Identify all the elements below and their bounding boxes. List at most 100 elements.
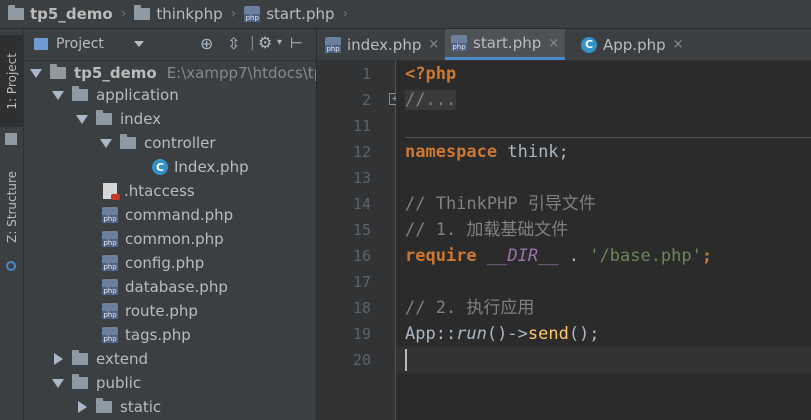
- php-class-icon: C: [581, 36, 597, 53]
- expand-arrow-icon[interactable]: [78, 401, 87, 413]
- close-icon[interactable]: ×: [548, 36, 559, 51]
- code-line-1: <?php: [405, 61, 456, 87]
- structure-icon: [6, 261, 16, 271]
- php-file-icon: [451, 35, 467, 51]
- tree-item-index-php[interactable]: C Index.php: [152, 155, 249, 179]
- tree-item-controller[interactable]: controller: [100, 131, 216, 155]
- php-file-icon: [102, 255, 118, 271]
- current-line-highlight: [396, 347, 811, 373]
- folded-comment[interactable]: //...: [405, 90, 457, 110]
- code-line-2: //...: [405, 87, 457, 113]
- breadcrumb-item-tp5-demo[interactable]: tp5_demo: [0, 0, 113, 28]
- tree-item-application[interactable]: application: [52, 83, 179, 107]
- expand-arrow-icon[interactable]: [52, 378, 64, 388]
- line-number: 1: [361, 65, 371, 83]
- breadcrumb-item-thinkphp[interactable]: thinkphp: [126, 0, 223, 28]
- tree-item-label: config.php: [125, 254, 205, 272]
- dropdown-arrow-icon[interactable]: [134, 41, 144, 47]
- line-number: 14: [352, 195, 371, 213]
- tree-item-command-php[interactable]: command.php: [102, 203, 233, 227]
- tree-item-root[interactable]: tp5_demo E:\xampp7\htdocs\tp: [30, 61, 316, 85]
- code-line-15: // 1. 加载基础文件: [405, 217, 568, 243]
- chevron-right-icon: ›: [342, 6, 349, 22]
- divider: |: [250, 35, 255, 51]
- hide-panel-icon[interactable]: ⊢: [290, 34, 303, 52]
- line-number: 18: [352, 299, 371, 317]
- tab-label: start.php: [473, 34, 542, 52]
- close-icon[interactable]: ×: [428, 37, 439, 52]
- tab-label: App.php: [603, 35, 666, 54]
- magic-constant: __DIR__: [486, 246, 559, 266]
- folder-icon: [72, 374, 88, 389]
- folded-region-separator: [405, 137, 811, 138]
- tree-item-htaccess[interactable]: .htaccess: [103, 179, 195, 203]
- tree-item-static[interactable]: static: [78, 395, 161, 419]
- namespace-name: think;: [497, 142, 569, 162]
- tree-item-label: static: [120, 398, 162, 416]
- tree-item-label: command.php: [125, 206, 234, 224]
- tree-item-tags-php[interactable]: tags.php: [102, 323, 191, 347]
- tree-item-config-php[interactable]: config.php: [102, 251, 204, 275]
- expand-arrow-icon[interactable]: [54, 353, 63, 365]
- tree-item-label: controller: [144, 134, 216, 152]
- chevron-down-icon[interactable]: ▾: [277, 37, 282, 48]
- project-view-icon: [34, 38, 48, 50]
- tab-project-tool[interactable]: 1: Project: [0, 35, 23, 127]
- line-number: 20: [352, 351, 371, 369]
- tab-structure-tool[interactable]: Z: Structure: [0, 157, 23, 257]
- comment: // 1. 加载基础文件: [405, 220, 569, 240]
- comment: // 2. 执行应用: [405, 298, 535, 318]
- tree-item-label: Index.php: [174, 158, 249, 176]
- locate-icon[interactable]: ⊕: [200, 34, 213, 53]
- code-editor[interactable]: <?php //... namespace think; // ThinkPHP…: [396, 61, 811, 420]
- keyword-require: require: [405, 246, 477, 266]
- php-file-icon: [102, 231, 118, 247]
- text-caret: [405, 349, 407, 371]
- project-panel-header: Project ⊕ ⇳ | ⚙ ▾ ⊢: [24, 29, 316, 61]
- tab-index-php[interactable]: index.php ×: [319, 29, 445, 60]
- gear-icon[interactable]: ⚙: [258, 33, 272, 52]
- tree-item-label: extend: [96, 350, 148, 368]
- breadcrumb-item-start-php[interactable]: start.php: [236, 0, 335, 28]
- call-end: ();: [568, 324, 600, 344]
- method-call: send: [527, 324, 569, 344]
- tree-item-label: route.php: [125, 302, 198, 320]
- line-number: 19: [352, 325, 371, 343]
- tree-item-common-php[interactable]: common.php: [102, 227, 224, 251]
- tab-app-php[interactable]: C App.php ×: [575, 29, 690, 60]
- line-number: 11: [352, 117, 371, 135]
- string-literal: '/base.php': [589, 246, 702, 266]
- semicolon: ;: [701, 246, 713, 266]
- php-file-icon: [102, 207, 118, 223]
- comment: // ThinkPHP 引导文件: [405, 194, 596, 214]
- expand-arrow-icon[interactable]: [52, 90, 64, 100]
- collapse-all-icon[interactable]: ⇳: [227, 34, 240, 53]
- breadcrumb-label: start.php: [266, 5, 335, 23]
- tab-label: index.php: [347, 35, 422, 54]
- tree-item-database-php[interactable]: database.php: [102, 275, 228, 299]
- expand-arrow-icon[interactable]: [100, 138, 112, 148]
- tab-start-php[interactable]: start.php ×: [445, 29, 566, 60]
- php-file-icon: [102, 327, 118, 343]
- project-tree: tp5_demo E:\xampp7\htdocs\tp application…: [24, 61, 316, 420]
- tab-project-label: 1: Project: [4, 52, 19, 110]
- folder-icon: [96, 398, 112, 413]
- tree-item-path: E:\xampp7\htdocs\tp: [166, 64, 316, 82]
- htaccess-file-icon: [103, 183, 120, 200]
- folder-icon: [96, 110, 112, 125]
- tree-item-index[interactable]: index: [76, 107, 161, 131]
- tool-window-strip: 1: Project Z: Structure: [0, 29, 24, 420]
- project-view-label[interactable]: Project: [56, 36, 104, 52]
- code-line-19: App::run()->send();: [405, 321, 600, 347]
- expand-arrow-icon[interactable]: [30, 68, 42, 78]
- class-reference: App::: [405, 324, 457, 344]
- tree-item-extend[interactable]: extend: [54, 347, 148, 371]
- php-open-tag: <?php: [405, 64, 457, 84]
- expand-arrow-icon[interactable]: [76, 114, 88, 124]
- close-icon[interactable]: ×: [673, 37, 684, 52]
- editor-gutter: 1 2 + 11 12 13 14 15 16 17 18 19 20: [317, 61, 401, 420]
- tree-item-route-php[interactable]: route.php: [102, 299, 198, 323]
- tree-item-public[interactable]: public: [52, 371, 141, 395]
- php-file-icon: [325, 36, 341, 53]
- tree-item-label: common.php: [125, 230, 224, 248]
